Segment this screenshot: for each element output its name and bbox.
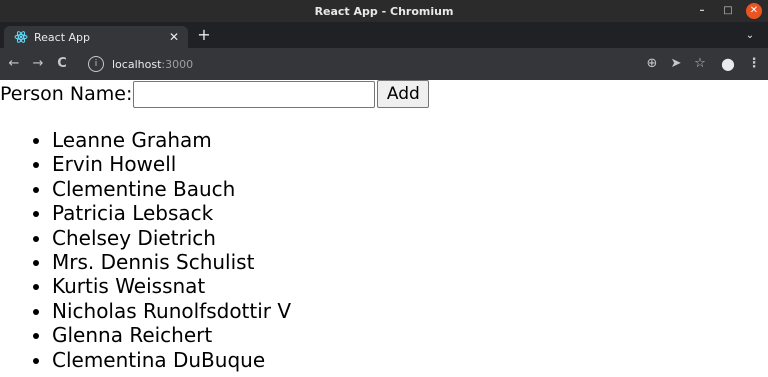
list-item: Glenna Reichert — [52, 323, 291, 347]
tab-react-app[interactable]: React App ✕ — [4, 26, 188, 48]
list-item: Clementine Bauch — [52, 177, 291, 201]
minimize-icon[interactable]: – — [694, 3, 710, 19]
tab-title: React App — [34, 30, 91, 44]
list-item: Clementina DuBuque — [52, 348, 291, 372]
menu-dots-icon[interactable]: ⋮ — [746, 56, 762, 72]
tab-strip: React App ✕ — [0, 22, 768, 48]
bookmark-star-icon[interactable]: ☆ — [692, 56, 708, 72]
close-window-icon[interactable]: ✕ — [746, 3, 762, 19]
send-icon[interactable]: ➤ — [668, 56, 684, 72]
person-name-label: Person Name: — [0, 83, 133, 105]
zoom-icon[interactable]: ⊕ — [644, 56, 660, 72]
page-content: Person Name: Add Leanne Graham Ervin How… — [0, 80, 768, 377]
forward-icon[interactable]: → — [30, 56, 46, 72]
browser-toolbar: ← → C i localhost :3000 ⊕ ➤ ☆ ● ⋮ — [0, 48, 768, 80]
react-atom-icon — [14, 30, 28, 44]
back-icon[interactable]: ← — [6, 56, 22, 72]
window-title-bar: React App - Chromium – □ ✕ — [0, 0, 768, 22]
add-button[interactable]: Add — [377, 80, 430, 108]
url-host: localhost — [112, 57, 162, 71]
list-item: Leanne Graham — [52, 128, 291, 152]
list-item: Chelsey Dietrich — [52, 226, 291, 250]
site-info-icon[interactable]: i — [88, 56, 104, 72]
list-item: Nicholas Runolfsdottir V — [52, 299, 291, 323]
person-name-input[interactable] — [133, 80, 376, 108]
tab-close-icon[interactable]: ✕ — [166, 29, 182, 45]
tab-search-icon[interactable]: ⌄ — [744, 30, 756, 42]
add-person-form: Person Name: Add — [0, 80, 430, 108]
address-bar[interactable]: i localhost :3000 — [80, 52, 720, 76]
list-item: Kurtis Weissnat — [52, 274, 291, 298]
people-list: Leanne Graham Ervin Howell Clementine Ba… — [0, 128, 291, 372]
window-title: React App - Chromium — [314, 4, 454, 18]
profile-avatar-icon[interactable]: ● — [720, 56, 736, 72]
list-item: Patricia Lebsack — [52, 201, 291, 225]
list-item: Ervin Howell — [52, 152, 291, 176]
window-controls: – □ ✕ — [694, 2, 762, 20]
maximize-icon[interactable]: □ — [720, 3, 736, 19]
url-port: :3000 — [161, 57, 194, 71]
new-tab-button[interactable]: + — [196, 27, 212, 43]
list-item: Mrs. Dennis Schulist — [52, 250, 291, 274]
reload-icon[interactable]: C — [54, 56, 70, 72]
